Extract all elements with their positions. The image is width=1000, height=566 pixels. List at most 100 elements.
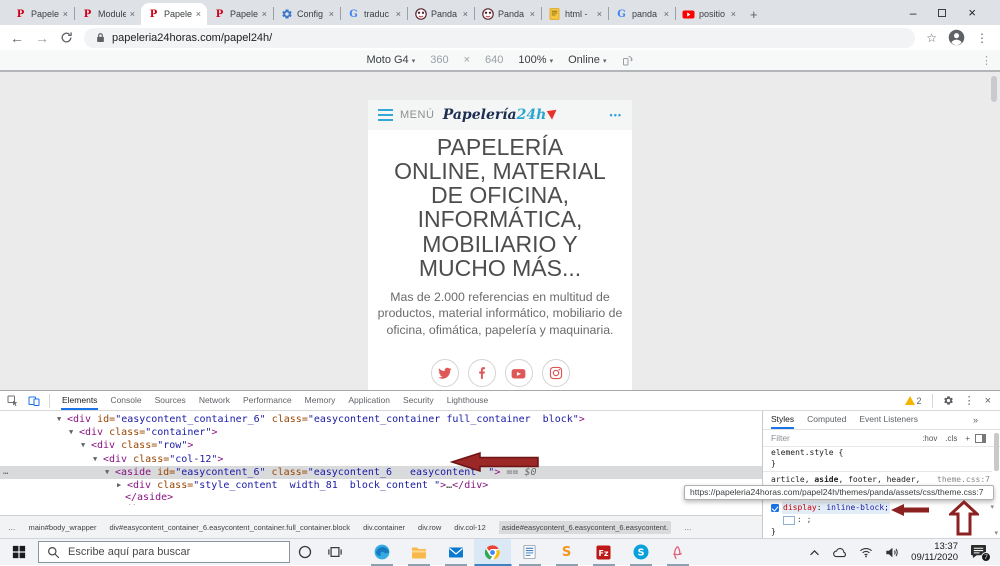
- dom-tree-line[interactable]: </aside>: [0, 492, 762, 504]
- page-scrollbar[interactable]: [991, 76, 997, 102]
- bookmark-star-icon[interactable]: ☆: [926, 31, 937, 45]
- property-checkbox[interactable]: [771, 504, 779, 512]
- tree-expanded-icon[interactable]: ▼: [93, 453, 103, 465]
- tab-close-icon[interactable]: ×: [262, 9, 267, 19]
- devtools-tab-sources[interactable]: Sources: [154, 391, 187, 410]
- taskbar-app-writer[interactable]: [511, 539, 548, 566]
- dom-tree-line[interactable]: ▼<div id="easycontent_container_6" class…: [0, 413, 762, 426]
- styles-toggle-[interactable]: +: [965, 430, 970, 447]
- profile-avatar[interactable]: [948, 29, 965, 46]
- breadcrumb-item[interactable]: aside#easycontent_6.easycontent_6.easyco…: [499, 521, 671, 534]
- taskbar-clock[interactable]: 13:37 09/11/2020: [911, 541, 958, 564]
- element-style-rule[interactable]: element.style {: [763, 447, 992, 458]
- rotate-icon[interactable]: [622, 54, 634, 66]
- tab-close-icon[interactable]: ×: [463, 9, 468, 19]
- social-link-instagram[interactable]: [542, 359, 570, 387]
- devtools-tab-elements[interactable]: Elements: [61, 391, 98, 410]
- tab-close-icon[interactable]: ×: [329, 9, 334, 19]
- header-more-icon[interactable]: •••: [610, 110, 622, 120]
- taskbar-search-input[interactable]: Escribe aquí para buscar: [38, 541, 290, 563]
- breadcrumb-item[interactable]: …: [684, 523, 692, 532]
- styles-scrollbar[interactable]: [994, 433, 999, 471]
- styles-tab-styles[interactable]: Styles: [771, 411, 794, 429]
- device-mode-icon[interactable]: [28, 395, 40, 407]
- browser-tab-config[interactable]: Config×: [274, 3, 340, 25]
- url-text[interactable]: papeleria24horas.com/papel24h/: [112, 32, 272, 44]
- browser-tab-papele[interactable]: PPapele×: [8, 3, 74, 25]
- lock-icon[interactable]: [96, 32, 105, 43]
- dom-tree-line[interactable]: ▼<div class="col-12">: [0, 453, 762, 466]
- browser-tab-papele[interactable]: PPapele×: [207, 3, 273, 25]
- new-tab-button[interactable]: +: [750, 7, 758, 22]
- maximize-icon[interactable]: [938, 9, 946, 17]
- viewport-height-field[interactable]: 640: [485, 54, 503, 66]
- tree-expanded-icon[interactable]: ▼: [81, 439, 91, 451]
- tab-close-icon[interactable]: ×: [597, 9, 602, 19]
- tab-close-icon[interactable]: ×: [63, 9, 68, 19]
- inspect-element-icon[interactable]: [7, 395, 19, 407]
- tab-close-icon[interactable]: ×: [396, 9, 401, 19]
- devtools-tab-security[interactable]: Security: [402, 391, 435, 410]
- forward-icon[interactable]: →: [35, 31, 49, 45]
- scroll-down-icon[interactable]: ▾: [994, 529, 998, 537]
- back-icon[interactable]: ←: [10, 31, 24, 45]
- styles-toggle-hov[interactable]: :hov: [922, 430, 937, 447]
- browser-tab-module[interactable]: PModule×: [75, 3, 141, 25]
- volume-icon[interactable]: [885, 546, 899, 559]
- browser-tab-positio[interactable]: positio×: [676, 3, 742, 25]
- social-link-facebook[interactable]: [468, 359, 496, 387]
- browser-tab-panda[interactable]: Panda×: [475, 3, 541, 25]
- devtools-tab-network[interactable]: Network: [198, 391, 231, 410]
- window-close-icon[interactable]: ×: [968, 5, 976, 20]
- taskbar-app-mail[interactable]: [437, 539, 474, 566]
- css-rule-source-link[interactable]: theme.css:7: [937, 474, 990, 485]
- browser-tab-papele[interactable]: PPapele×: [141, 3, 207, 25]
- breadcrumb-item[interactable]: main#body_wrapper: [29, 523, 97, 532]
- social-link-youtube[interactable]: [505, 359, 533, 387]
- devtools-tab-performance[interactable]: Performance: [242, 391, 293, 410]
- wifi-icon[interactable]: [859, 546, 873, 558]
- devtools-tab-application[interactable]: Application: [347, 391, 391, 410]
- onedrive-cloud-icon[interactable]: [832, 546, 847, 558]
- tab-close-icon[interactable]: ×: [664, 9, 669, 19]
- browser-tab-panda[interactable]: Panda×: [408, 3, 474, 25]
- dom-tree-line[interactable]: ▶<div class="style_content width_81 bloc…: [0, 479, 762, 492]
- dom-tree-line[interactable]: ▼<div class="row">: [0, 439, 762, 452]
- hamburger-menu-icon[interactable]: [378, 109, 393, 121]
- taskbar-app-sublime[interactable]: S: [548, 539, 585, 566]
- tree-expanded-icon[interactable]: ▼: [57, 413, 67, 425]
- menu-label[interactable]: MENÚ: [400, 109, 434, 121]
- browser-tab-html-[interactable]: html -×: [542, 3, 608, 25]
- filter-input[interactable]: Filter: [771, 433, 790, 443]
- dom-tree-line[interactable]: </div>: [0, 504, 762, 505]
- device-select[interactable]: Moto G4 ▾: [366, 54, 415, 66]
- viewport-width-field[interactable]: 360: [430, 54, 448, 66]
- reload-icon[interactable]: [60, 31, 73, 44]
- devtools-settings-icon[interactable]: [943, 395, 954, 406]
- social-link-twitter[interactable]: [431, 359, 459, 387]
- browser-menu-icon[interactable]: ⋮: [976, 31, 988, 45]
- start-button[interactable]: [0, 539, 38, 566]
- devtools-close-icon[interactable]: ×: [985, 395, 991, 407]
- property-edit-box[interactable]: [783, 516, 795, 525]
- devtools-menu-icon[interactable]: ⋮: [964, 394, 975, 407]
- dom-tree-line[interactable]: …▼<aside id="easycontent_6" class="easyc…: [0, 466, 762, 479]
- styles-tab-computed[interactable]: Computed: [807, 411, 846, 429]
- breadcrumb-item[interactable]: div.col-12: [454, 523, 486, 532]
- site-logo[interactable]: Papelería 24h: [443, 107, 558, 123]
- tray-expand-icon[interactable]: [809, 548, 820, 557]
- task-view-button[interactable]: [320, 539, 350, 566]
- browser-tab-traduc[interactable]: Gtraduc×: [341, 3, 407, 25]
- warnings-badge[interactable]: 2: [905, 396, 922, 406]
- cortana-button[interactable]: [290, 539, 320, 566]
- taskbar-app-chrome[interactable]: [474, 539, 511, 566]
- tab-close-icon[interactable]: ×: [130, 9, 135, 19]
- zoom-select[interactable]: 100% ▾: [518, 54, 553, 66]
- breadcrumb-item[interactable]: …: [8, 523, 16, 532]
- breadcrumb-item[interactable]: div.row: [418, 523, 441, 532]
- tab-close-icon[interactable]: ×: [196, 9, 201, 19]
- taskbar-app-filezilla[interactable]: Fz: [585, 539, 622, 566]
- minimize-icon[interactable]: –: [910, 6, 917, 20]
- breadcrumb-item[interactable]: div#easycontent_container_6.easycontent_…: [109, 523, 350, 532]
- devtools-tab-memory[interactable]: Memory: [304, 391, 337, 410]
